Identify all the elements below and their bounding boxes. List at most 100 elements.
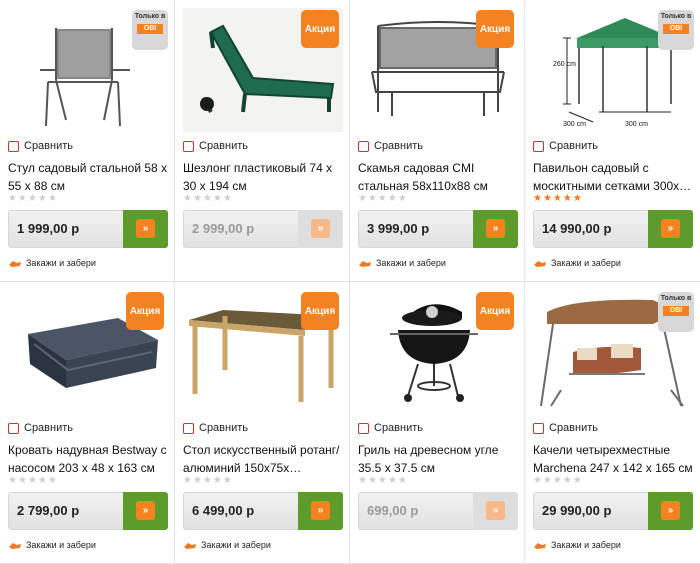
- only-in-label: Только в: [660, 295, 692, 302]
- product-name[interactable]: Стол искусственный ротанг/алюминий 150x7…: [183, 441, 345, 477]
- product-name[interactable]: Скамья садовая CMI стальная 58x110x88 см: [358, 159, 520, 195]
- add-to-cart-button[interactable]: »: [473, 210, 518, 248]
- compare-label: Сравнить: [374, 140, 424, 152]
- checkbox-icon[interactable]: [358, 422, 369, 434]
- add-to-cart-button[interactable]: »: [648, 210, 693, 248]
- add-to-cart-button[interactable]: »: [123, 210, 168, 248]
- product-grid: Только в OBI Сравнить Стул садовый сталь…: [0, 0, 700, 564]
- product-card[interactable]: Акция Сравнить Кровать надувная Bestway …: [0, 282, 175, 564]
- price-box: 3 999,00 р »: [358, 210, 518, 248]
- rating-stars: ★★★★★: [8, 193, 58, 204]
- product-name[interactable]: Шезлонг пластиковый 74 x 30 x 194 см: [183, 159, 345, 195]
- compare-checkbox[interactable]: Сравнить: [183, 140, 248, 152]
- rating-stars: ★★★★★: [183, 193, 233, 204]
- only-in-label: Только в: [660, 13, 692, 20]
- compare-checkbox[interactable]: Сравнить: [8, 422, 73, 434]
- compare-checkbox[interactable]: Сравнить: [533, 422, 598, 434]
- pickup-label: Закажи и забери: [551, 540, 621, 550]
- add-to-cart-button[interactable]: »: [473, 492, 518, 530]
- product-price: 29 990,00 р: [542, 503, 612, 518]
- add-to-cart-button[interactable]: »: [123, 492, 168, 530]
- product-card[interactable]: Акция Сравнить Стол искусственный ротанг…: [175, 282, 350, 564]
- pickup-option[interactable]: Закажи и забери: [8, 258, 96, 268]
- hand-icon: [359, 261, 371, 267]
- checkbox-icon[interactable]: [8, 422, 19, 434]
- compare-checkbox[interactable]: Сравнить: [533, 140, 598, 152]
- product-card[interactable]: 260 cm 300 cm 300 cm Только в OBI Сравни…: [525, 0, 700, 282]
- pickup-option[interactable]: Закажи и забери: [8, 540, 96, 550]
- product-card[interactable]: Только в OBI Сравнить Качели четырехмест…: [525, 282, 700, 564]
- product-name[interactable]: Качели четырехместные Marchena 247 x 142…: [533, 441, 695, 477]
- product-price: 6 499,00 р: [192, 503, 255, 518]
- pickup-option[interactable]: Закажи и забери: [533, 258, 621, 268]
- compare-label: Сравнить: [549, 422, 599, 434]
- hand-icon: [9, 261, 21, 267]
- price-box: 699,00 р »: [358, 492, 518, 530]
- product-price: 1 999,00 р: [17, 221, 80, 236]
- chevron-down-icon: »: [311, 501, 330, 520]
- compare-label: Сравнить: [24, 140, 74, 152]
- pickup-label: Закажи и забери: [376, 258, 446, 268]
- compare-checkbox[interactable]: Сравнить: [8, 140, 73, 152]
- product-price: 3 999,00 р: [367, 221, 430, 236]
- pickup-option[interactable]: Закажи и забери: [533, 540, 621, 550]
- product-name[interactable]: Стул садовый стальной 58 x 55 x 88 см: [8, 159, 170, 195]
- hand-icon: [9, 543, 21, 549]
- chevron-down-icon: »: [661, 219, 680, 238]
- checkbox-icon[interactable]: [8, 140, 19, 152]
- hand-icon: [184, 543, 196, 549]
- product-card[interactable]: Только в OBI Сравнить Стул садовый сталь…: [0, 0, 175, 282]
- compare-label: Сравнить: [549, 140, 599, 152]
- checkbox-icon[interactable]: [533, 422, 544, 434]
- product-price: 2 999,00 р: [192, 221, 255, 236]
- chevron-down-icon: »: [661, 501, 680, 520]
- pickup-label: Закажи и забери: [551, 258, 621, 268]
- promo-badge: Акция: [476, 10, 514, 48]
- chevron-down-icon: »: [136, 219, 155, 238]
- add-to-cart-button[interactable]: »: [298, 210, 343, 248]
- checkbox-icon[interactable]: [358, 140, 369, 152]
- only-in-obi-badge: Только в OBI: [658, 10, 694, 50]
- dimension-height: 260 cm: [553, 61, 576, 68]
- compare-label: Сравнить: [374, 422, 424, 434]
- rating-stars: ★★★★★: [183, 475, 233, 486]
- price-box: 14 990,00 р »: [533, 210, 693, 248]
- chevron-down-icon: »: [311, 219, 330, 238]
- pickup-label: Закажи и забери: [201, 540, 271, 550]
- only-in-obi-badge: Только в OBI: [658, 292, 694, 332]
- obi-logo: OBI: [663, 306, 689, 316]
- checkbox-icon[interactable]: [533, 140, 544, 152]
- add-to-cart-button[interactable]: »: [648, 492, 693, 530]
- price-box: 2 999,00 р »: [183, 210, 343, 248]
- promo-badge: Акция: [476, 292, 514, 330]
- product-price: 699,00 р: [367, 503, 419, 518]
- compare-checkbox[interactable]: Сравнить: [183, 422, 248, 434]
- promo-badge: Акция: [126, 292, 164, 330]
- pickup-option[interactable]: Закажи и забери: [358, 258, 446, 268]
- promo-badge: Акция: [301, 10, 339, 48]
- rating-stars: ★★★★★: [533, 193, 583, 204]
- pickup-option[interactable]: Закажи и забери: [183, 540, 271, 550]
- product-card[interactable]: Акция Сравнить Скамья садовая CMI стальн…: [350, 0, 525, 282]
- only-in-obi-badge: Только в OBI: [132, 10, 168, 50]
- compare-label: Сравнить: [199, 140, 249, 152]
- product-name[interactable]: Гриль на древесном угле 35.5 x 37.5 см: [358, 441, 520, 477]
- add-to-cart-button[interactable]: »: [298, 492, 343, 530]
- price-box: 2 799,00 р »: [8, 492, 168, 530]
- rating-stars: ★★★★★: [533, 475, 583, 486]
- price-box: 29 990,00 р »: [533, 492, 693, 530]
- price-box: 1 999,00 р »: [8, 210, 168, 248]
- checkbox-icon[interactable]: [183, 140, 194, 152]
- product-name[interactable]: Павильон садовый с москитными сетками 30…: [533, 159, 695, 195]
- product-card[interactable]: Акция Сравнить Шезлонг пластиковый 74 x …: [175, 0, 350, 282]
- chevron-down-icon: »: [486, 501, 505, 520]
- checkbox-icon[interactable]: [183, 422, 194, 434]
- dimension-width-right: 300 cm: [625, 121, 648, 128]
- product-card[interactable]: Акция Сравнить Гриль на древесном угле 3…: [350, 282, 525, 564]
- rating-stars: ★★★★★: [358, 193, 408, 204]
- chevron-down-icon: »: [486, 219, 505, 238]
- price-box: 6 499,00 р »: [183, 492, 343, 530]
- compare-checkbox[interactable]: Сравнить: [358, 140, 423, 152]
- compare-checkbox[interactable]: Сравнить: [358, 422, 423, 434]
- product-name[interactable]: Кровать надувная Bestway с насосом 203 x…: [8, 441, 170, 477]
